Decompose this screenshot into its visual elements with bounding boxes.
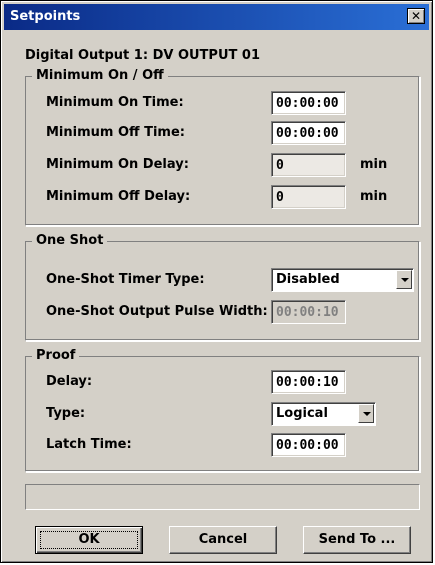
one-shot-pulse-width-field: 00:00:10 [271, 300, 346, 324]
minimum-on-time-label: Minimum On Time: [46, 95, 184, 110]
focus-rect [40, 531, 138, 549]
title-bar[interactable]: Setpoints ✕ [4, 4, 429, 30]
cancel-button[interactable]: Cancel [169, 526, 277, 554]
minimum-off-time-label: Minimum Off Time: [46, 125, 185, 140]
close-icon: ✕ [410, 9, 422, 23]
one-shot-group-legend: One Shot [32, 233, 108, 248]
minimum-on-delay-unit: min [360, 157, 388, 172]
one-shot-timer-type-value: Disabled [276, 272, 340, 287]
one-shot-timer-type-label: One-Shot Timer Type: [46, 272, 205, 287]
one-shot-timer-type-select[interactable]: Disabled [271, 268, 414, 292]
proof-latch-time-label: Latch Time: [46, 437, 132, 452]
one-shot-group: One Shot One-Shot Timer Type: Disabled O… [25, 233, 420, 341]
proof-latch-time-field[interactable]: 00:00:00 [271, 433, 346, 457]
proof-type-label: Type: [46, 406, 86, 421]
proof-delay-field[interactable]: 00:00:10 [271, 370, 346, 394]
minimum-on-delay-field[interactable]: 0 [271, 153, 346, 177]
minimum-off-time-field[interactable]: 00:00:00 [271, 121, 346, 145]
send-to-button[interactable]: Send To ... [303, 526, 411, 554]
minimum-off-delay-field[interactable]: 0 [271, 185, 346, 209]
proof-delay-label: Delay: [46, 374, 93, 389]
chevron-down-icon[interactable] [358, 404, 374, 423]
chevron-down-icon[interactable] [396, 270, 412, 289]
status-bar [25, 484, 420, 510]
minimum-on-delay-label: Minimum On Delay: [46, 157, 189, 172]
ok-button[interactable]: OK [35, 526, 143, 554]
setpoints-dialog: Setpoints ✕ Digital Output 1: DV OUTPUT … [0, 0, 433, 563]
window-title: Setpoints [10, 9, 81, 24]
minimum-off-delay-label: Minimum Off Delay: [46, 189, 191, 204]
minimum-on-time-field[interactable]: 00:00:00 [271, 91, 346, 115]
proof-group-legend: Proof [32, 348, 80, 363]
send-to-button-label: Send To ... [318, 532, 396, 547]
minimum-off-delay-unit: min [360, 189, 388, 204]
proof-group: Proof Delay: 00:00:10 Type: Logical Latc… [25, 348, 420, 472]
minimum-on-off-group: Minimum On / Off Minimum On Time: 00:00:… [25, 68, 420, 226]
output-header: Digital Output 1: DV OUTPUT 01 [25, 48, 260, 63]
proof-type-value: Logical [276, 406, 328, 421]
cancel-button-label: Cancel [198, 532, 248, 547]
one-shot-pulse-width-label: One-Shot Output Pulse Width: [46, 304, 268, 319]
minimum-group-legend: Minimum On / Off [32, 68, 168, 83]
proof-type-select[interactable]: Logical [271, 402, 376, 426]
close-button[interactable]: ✕ [407, 8, 425, 24]
